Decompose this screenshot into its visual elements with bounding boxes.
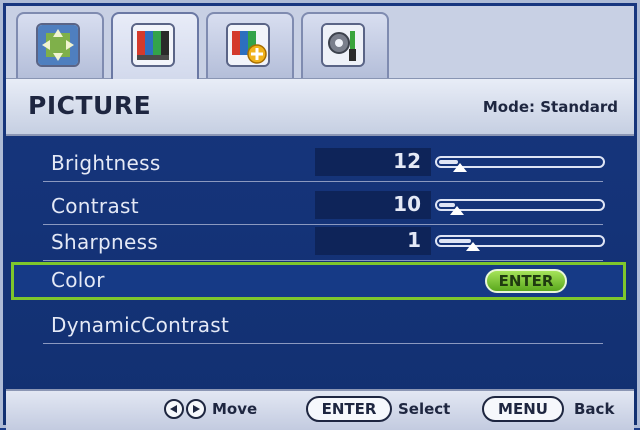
osd-window: PICTURE Mode: Standard Brightness 12 Con… — [0, 0, 640, 430]
sharpness-value: 1 — [407, 228, 421, 252]
menu-item-label: Brightness — [51, 151, 161, 175]
contrast-value: 10 — [393, 192, 421, 216]
menu-item-dynamic-contrast[interactable]: DynamicContrast — [43, 308, 603, 344]
menu-key-icon: MENU — [482, 396, 564, 422]
tab-picture[interactable] — [111, 12, 199, 80]
slider-knob[interactable] — [450, 206, 464, 215]
menu-item-label: Sharpness — [51, 230, 159, 254]
sharpness-slider[interactable] — [435, 235, 605, 251]
tab-strip — [6, 6, 634, 80]
title-bar: PICTURE Mode: Standard — [6, 79, 634, 136]
picture-icon — [131, 23, 175, 67]
back-hint: Back — [574, 400, 615, 418]
page-title: PICTURE — [28, 91, 152, 120]
color-enter-button[interactable]: ENTER — [485, 269, 567, 293]
menu-item-label: Contrast — [51, 194, 139, 218]
mode-indicator: Mode: Standard — [482, 98, 618, 116]
system-settings-icon — [321, 23, 365, 67]
menu-item-sharpness[interactable]: Sharpness 1 — [43, 225, 605, 261]
move-hint: Move — [212, 400, 258, 418]
tab-picture-advanced[interactable] — [206, 12, 294, 78]
brightness-value: 12 — [393, 149, 421, 173]
help-bar: Move ENTER Select MENU Back — [6, 389, 634, 430]
tab-system[interactable] — [301, 12, 389, 78]
menu-item-brightness[interactable]: Brightness 12 — [43, 146, 605, 182]
brightness-slider[interactable] — [435, 156, 605, 172]
contrast-slider[interactable] — [435, 199, 605, 215]
menu-item-label: Color — [51, 268, 105, 292]
slider-knob[interactable] — [466, 242, 480, 251]
menu-item-contrast[interactable]: Contrast 10 — [43, 189, 605, 225]
display-position-icon — [36, 23, 80, 67]
enter-key-icon: ENTER — [306, 396, 392, 422]
value-box: 10 — [315, 191, 431, 219]
select-hint: Select — [398, 400, 451, 418]
left-arrow-icon — [164, 399, 184, 419]
menu-item-label: DynamicContrast — [51, 313, 230, 337]
value-box: 12 — [315, 148, 431, 176]
slider-knob[interactable] — [453, 163, 467, 172]
right-arrow-icon — [186, 399, 206, 419]
tab-display[interactable] — [16, 12, 104, 78]
picture-advanced-icon — [226, 23, 270, 67]
value-box: 1 — [315, 227, 431, 255]
